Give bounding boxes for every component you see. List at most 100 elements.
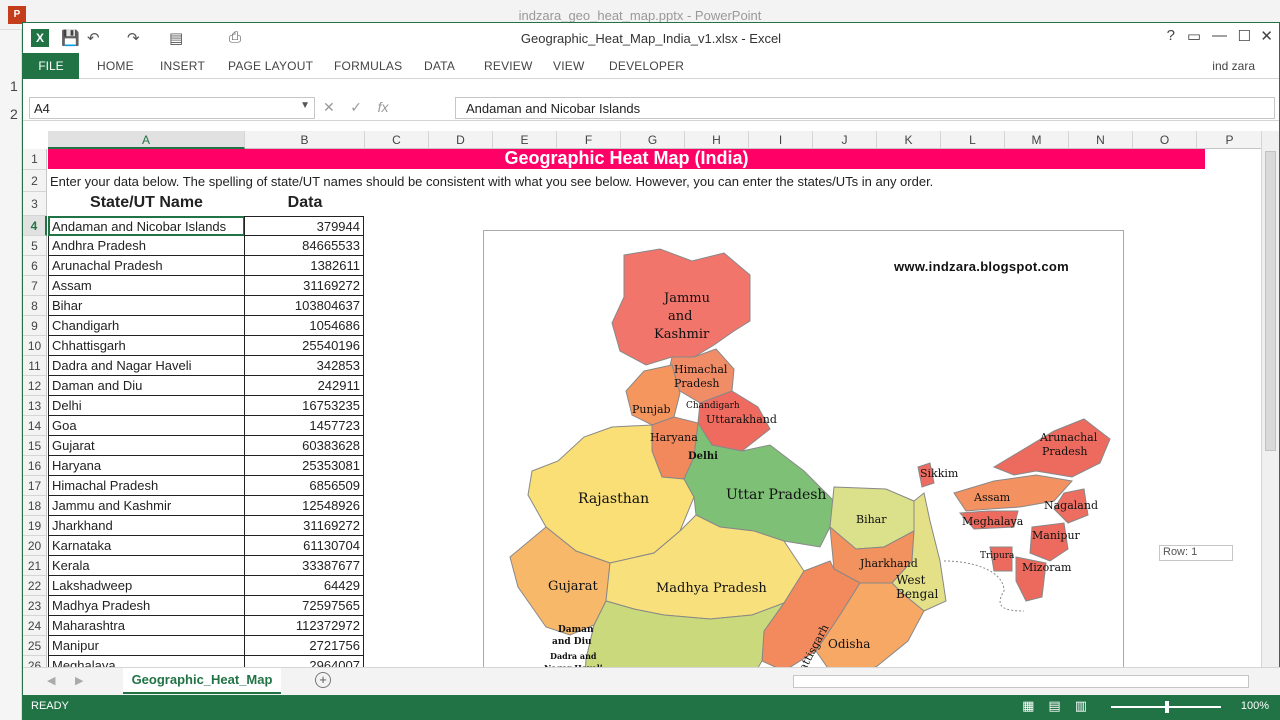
- maximize-button[interactable]: ☐: [1238, 27, 1251, 45]
- row-header[interactable]: 14: [23, 416, 47, 436]
- tab-home[interactable]: HOME: [97, 59, 134, 73]
- table-cell-value[interactable]: 64429: [244, 576, 364, 596]
- column-header[interactable]: I: [749, 131, 813, 149]
- table-cell-value[interactable]: 379944: [244, 216, 364, 236]
- table-cell-state[interactable]: Bihar: [48, 296, 245, 316]
- row-header[interactable]: 17: [23, 476, 47, 496]
- table-cell-state[interactable]: Andaman and Nicobar Islands: [48, 216, 245, 236]
- table-cell-value[interactable]: 2721756: [244, 636, 364, 656]
- zoom-slider[interactable]: [1111, 701, 1221, 713]
- help-icon[interactable]: ?: [1167, 27, 1175, 44]
- table-cell-state[interactable]: Kerala: [48, 556, 245, 576]
- row-header[interactable]: 18: [23, 496, 47, 516]
- table-cell-value[interactable]: 342853: [244, 356, 364, 376]
- row-header[interactable]: 15: [23, 436, 47, 456]
- column-header[interactable]: N: [1069, 131, 1133, 149]
- column-header[interactable]: G: [621, 131, 685, 149]
- row-header[interactable]: 4: [23, 216, 47, 236]
- table-cell-state[interactable]: Madhya Pradesh: [48, 596, 245, 616]
- row-header[interactable]: 21: [23, 556, 47, 576]
- india-heat-map[interactable]: www.indzara.blogspot.com Jammu and Kashmir…: [483, 230, 1124, 667]
- horizontal-scrollbar[interactable]: [793, 675, 1249, 688]
- table-cell-state[interactable]: Himachal Pradesh: [48, 476, 245, 496]
- table-cell-value[interactable]: 1457723: [244, 416, 364, 436]
- tab-review[interactable]: REVIEW: [484, 59, 533, 73]
- table-cell-value[interactable]: 25540196: [244, 336, 364, 356]
- column-header[interactable]: H: [685, 131, 749, 149]
- row-header[interactable]: 5: [23, 236, 47, 256]
- row-header[interactable]: 11: [23, 356, 47, 376]
- tab-page-layout[interactable]: PAGE LAYOUT: [228, 59, 313, 73]
- file-tab[interactable]: FILE: [23, 53, 79, 79]
- table-cell-state[interactable]: Goa: [48, 416, 245, 436]
- table-cell-state[interactable]: Andhra Pradesh: [48, 236, 245, 256]
- insert-function-icon[interactable]: fx: [378, 99, 389, 115]
- table-cell-state[interactable]: Lakshadweep: [48, 576, 245, 596]
- add-sheet-icon[interactable]: +: [315, 672, 331, 688]
- column-header[interactable]: M: [1005, 131, 1069, 149]
- table-cell-state[interactable]: Gujarat: [48, 436, 245, 456]
- chevron-down-icon[interactable]: ▼: [300, 100, 310, 111]
- instructions-text[interactable]: Enter your data below. The spelling of s…: [50, 174, 933, 189]
- column-header[interactable]: D: [429, 131, 493, 149]
- table-cell-state[interactable]: Meghalaya: [48, 656, 245, 667]
- row-header[interactable]: 22: [23, 576, 47, 596]
- tab-view[interactable]: VIEW: [553, 59, 584, 73]
- table-cell-state[interactable]: Jharkhand: [48, 516, 245, 536]
- row-header[interactable]: 23: [23, 596, 47, 616]
- table-cell-state[interactable]: Jammu and Kashmir: [48, 496, 245, 516]
- row-header[interactable]: 19: [23, 516, 47, 536]
- column-header[interactable]: C: [365, 131, 429, 149]
- tab-insert[interactable]: INSERT: [160, 59, 205, 73]
- sheet-tab[interactable]: Geographic_Heat_Map: [123, 668, 281, 694]
- table-cell-value[interactable]: 33387677: [244, 556, 364, 576]
- table-cell-state[interactable]: Assam: [48, 276, 245, 296]
- data-header[interactable]: Data: [245, 194, 365, 212]
- row-header[interactable]: 6: [23, 256, 47, 276]
- table-cell-value[interactable]: 2964007: [244, 656, 364, 667]
- row-header[interactable]: 3: [23, 192, 47, 216]
- tab-data[interactable]: DATA: [424, 59, 455, 73]
- close-button[interactable]: ✕: [1260, 27, 1273, 45]
- row-header[interactable]: 25: [23, 636, 47, 656]
- worksheet-grid[interactable]: A B C D E F G H I J K L M N O P 1 2 3 4 …: [23, 131, 1263, 667]
- column-header[interactable]: E: [493, 131, 557, 149]
- vertical-scrollbar[interactable]: [1261, 131, 1279, 667]
- view-buttons[interactable]: ▦▤▥: [1022, 698, 1101, 714]
- column-header[interactable]: O: [1133, 131, 1197, 149]
- row-header[interactable]: 26: [23, 656, 47, 667]
- column-header[interactable]: K: [877, 131, 941, 149]
- tab-formulas[interactable]: FORMULAS: [334, 59, 402, 73]
- table-cell-value[interactable]: 25353081: [244, 456, 364, 476]
- table-cell-value[interactable]: 31169272: [244, 276, 364, 296]
- column-header[interactable]: F: [557, 131, 621, 149]
- table-cell-value[interactable]: 242911: [244, 376, 364, 396]
- minimize-button[interactable]: —: [1212, 27, 1227, 44]
- table-cell-value[interactable]: 6856509: [244, 476, 364, 496]
- row-header[interactable]: 20: [23, 536, 47, 556]
- column-header[interactable]: P: [1197, 131, 1263, 149]
- slide-number[interactable]: 1: [0, 78, 21, 94]
- slide-number[interactable]: 2: [0, 106, 21, 122]
- row-header[interactable]: 7: [23, 276, 47, 296]
- next-sheet-icon[interactable]: ▶: [75, 674, 83, 687]
- name-box[interactable]: A4 ▼: [29, 97, 315, 119]
- prev-sheet-icon[interactable]: ◀: [47, 674, 55, 687]
- table-cell-state[interactable]: Karnataka: [48, 536, 245, 556]
- table-cell-value[interactable]: 12548926: [244, 496, 364, 516]
- cancel-icon[interactable]: ✕: [323, 99, 335, 115]
- scroll-thumb[interactable]: [1265, 151, 1276, 451]
- formula-input[interactable]: Andaman and Nicobar Islands: [455, 97, 1275, 119]
- row-header[interactable]: 13: [23, 396, 47, 416]
- table-cell-state[interactable]: Haryana: [48, 456, 245, 476]
- table-cell-value[interactable]: 60383628: [244, 436, 364, 456]
- table-cell-value[interactable]: 31169272: [244, 516, 364, 536]
- table-cell-state[interactable]: Delhi: [48, 396, 245, 416]
- row-header[interactable]: 10: [23, 336, 47, 356]
- column-header[interactable]: L: [941, 131, 1005, 149]
- table-cell-value[interactable]: 1382611: [244, 256, 364, 276]
- table-cell-state[interactable]: Chandigarh: [48, 316, 245, 336]
- column-header[interactable]: B: [245, 131, 365, 149]
- enter-icon[interactable]: ✓: [350, 99, 362, 115]
- table-cell-value[interactable]: 1054686: [244, 316, 364, 336]
